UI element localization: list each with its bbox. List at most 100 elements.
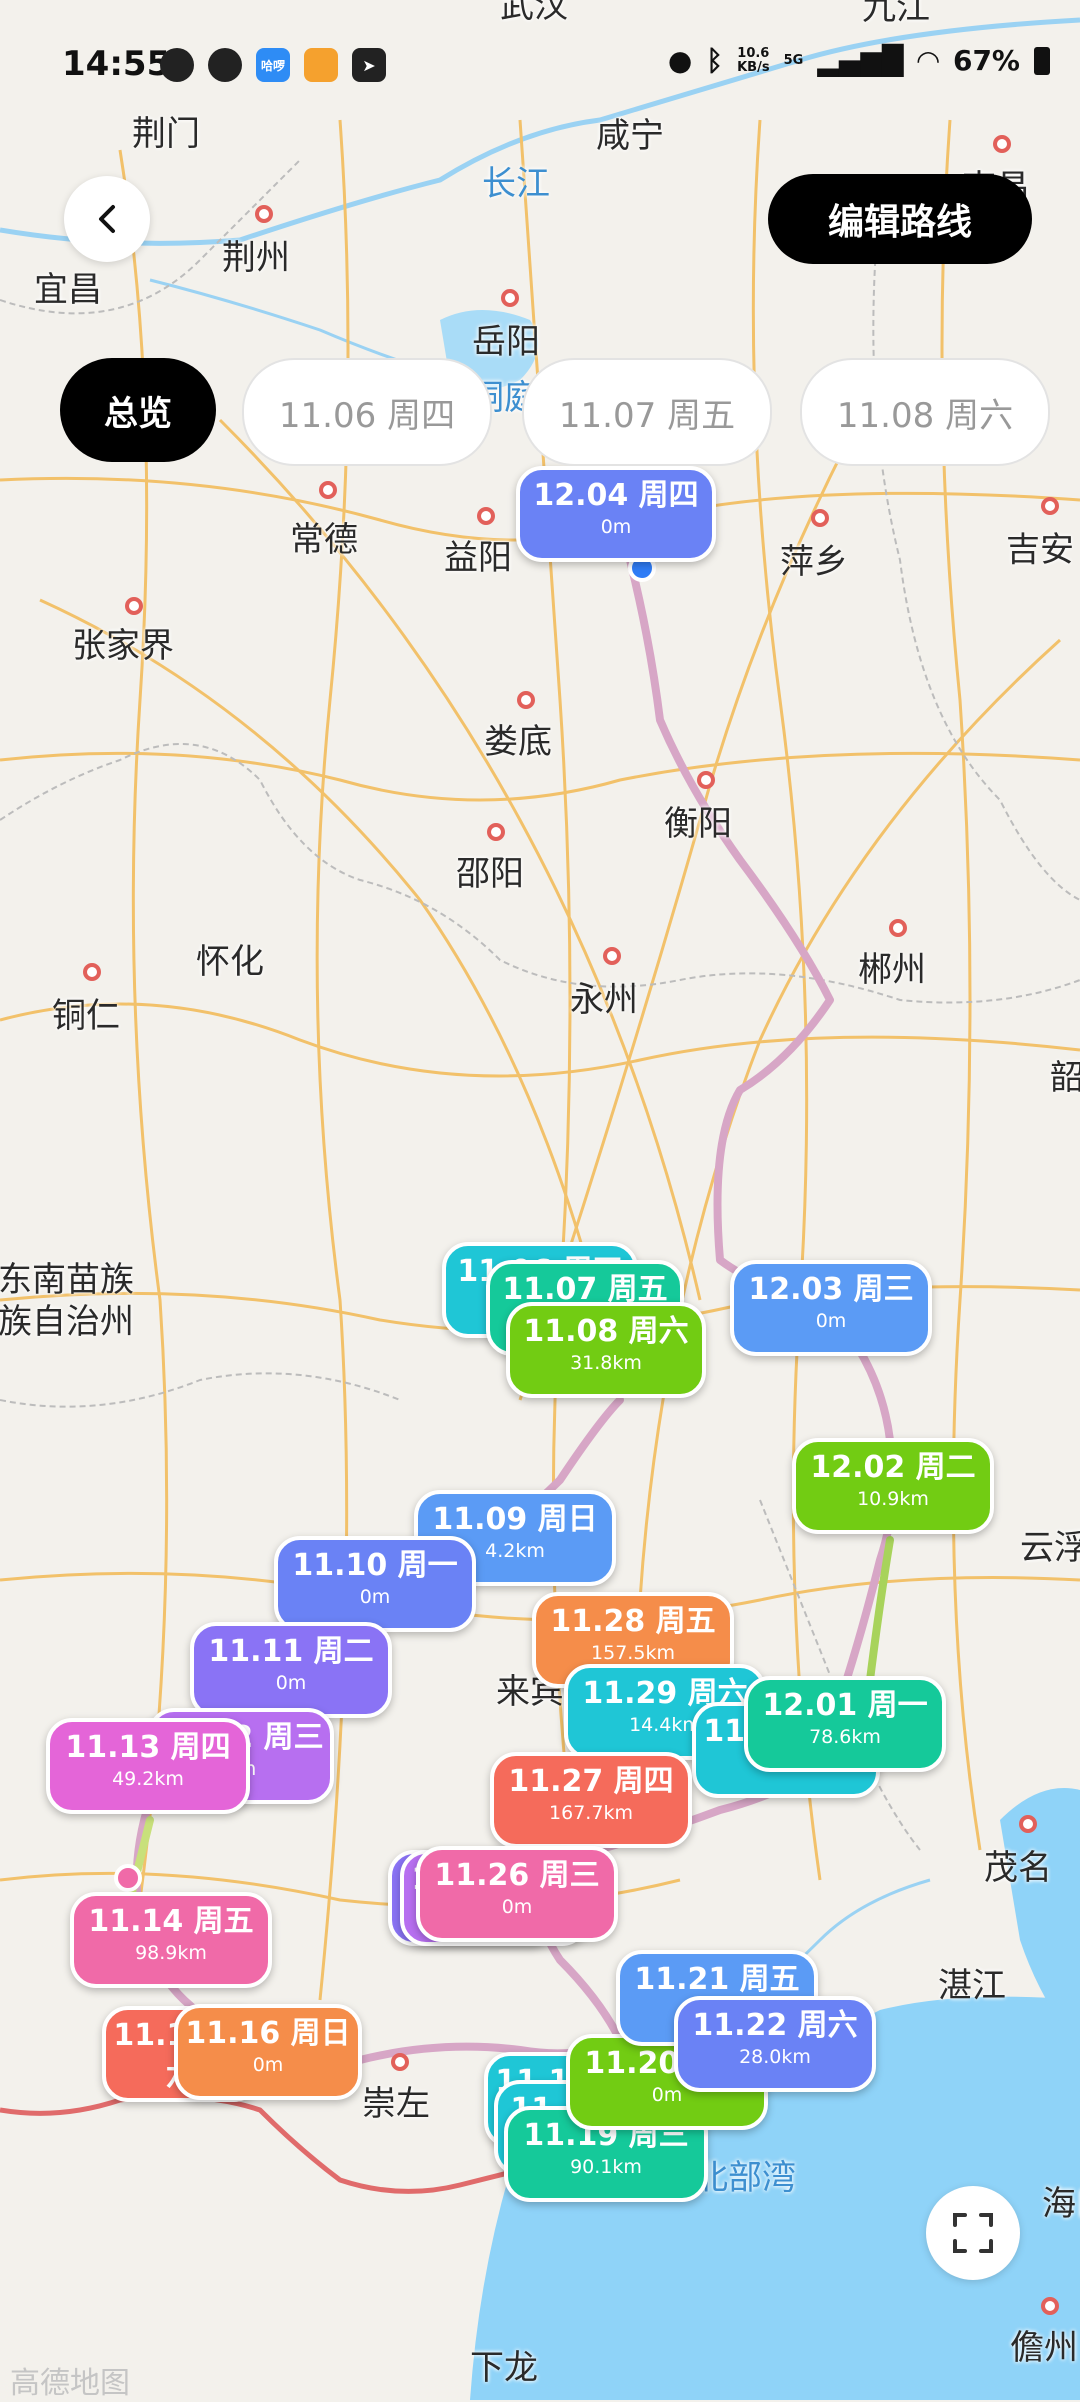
day-pin-date: 11.28 周五 xyxy=(550,1604,716,1639)
map-label: 吉安 xyxy=(1006,530,1074,570)
map-label: 萍乡 xyxy=(780,542,848,582)
notification-icon xyxy=(160,48,194,82)
day-pin[interactable]: 11.08 周六 31.8km xyxy=(506,1302,706,1398)
map-label: 湛江 xyxy=(938,1966,1006,2006)
tab-day[interactable]: 11.06 周四 xyxy=(242,358,492,466)
day-pin[interactable]: 12.02 周二 10.9km xyxy=(792,1438,994,1534)
day-pin-date: 12.04 周四 xyxy=(533,478,699,513)
day-pin[interactable]: 11.27 周四 167.7km xyxy=(490,1752,692,1848)
day-pin-date: 11.27 周四 xyxy=(508,1764,674,1799)
day-pin-distance: 10.9km xyxy=(857,1488,929,1510)
day-pin[interactable]: 12.04 周四 0m xyxy=(516,466,716,562)
edit-route-button[interactable]: 编辑路线 xyxy=(768,174,1032,264)
day-pin-distance: 78.6km xyxy=(809,1726,881,1748)
day-pin[interactable]: 11.13 周四 49.2km xyxy=(46,1718,250,1814)
day-pin-distance: 90.1km xyxy=(570,2156,642,2178)
fullscreen-icon xyxy=(953,2213,993,2253)
bluetooth-icon: ᛒ xyxy=(706,44,724,77)
net-speed-value: 10.6 xyxy=(737,45,770,61)
day-pin-date: 11.16 周日 xyxy=(185,2016,351,2051)
map-label: 云浮 xyxy=(1020,1528,1080,1568)
day-pin[interactable]: 11.26 周三 0m xyxy=(416,1846,618,1942)
map-label: 儋州 xyxy=(1010,2328,1078,2368)
day-pin-distance: 28.0km xyxy=(739,2046,811,2068)
map-label: 永州 xyxy=(570,980,638,1020)
day-pin-date: 11.14 周五 xyxy=(88,1904,254,1939)
day-pin-date: 11.08 周六 xyxy=(523,1314,689,1349)
wifi-icon: ◠ xyxy=(917,44,939,77)
day-pin[interactable]: 12.01 周一 78.6km xyxy=(744,1676,946,1772)
app-icon-orange xyxy=(304,48,338,82)
day-pin[interactable]: 11.11 周二 0m xyxy=(190,1622,392,1718)
day-pin[interactable]: 11.14 周五 98.9km xyxy=(70,1892,272,1988)
status-time: 14:55 xyxy=(62,44,171,84)
map-label: 韶关 xyxy=(1050,1058,1080,1098)
map-label: 怀化 xyxy=(196,942,264,982)
day-pin-distance: 0m xyxy=(600,516,632,538)
map-label: 侗族自治州 xyxy=(0,1302,134,1342)
day-pin-distance: 167.7km xyxy=(549,1802,633,1824)
wechat-icon xyxy=(208,48,242,82)
app-icon-text: 哈啰 xyxy=(260,58,285,73)
day-pin-date: 11.13 周四 xyxy=(65,1730,231,1765)
day-pin[interactable]: 11.16 周日 0m xyxy=(174,2004,362,2100)
day-pin-distance: 157.5km xyxy=(591,1642,675,1664)
battery-text: 67% xyxy=(952,44,1020,77)
battery-icon xyxy=(1034,46,1050,75)
day-pin-date: 11.26 周三 xyxy=(434,1858,600,1893)
day-pin-distance: 0m xyxy=(359,1586,391,1608)
route-end-dot xyxy=(114,1864,142,1892)
map-watermark: 高德地图 xyxy=(10,2366,130,2401)
signal-icon: ▂▄▆█ xyxy=(817,44,904,77)
tab-day[interactable]: 11.07 周五 xyxy=(522,358,772,466)
map-label: 北部湾 xyxy=(694,2158,796,2198)
net-speed-unit: KB/s xyxy=(737,59,770,75)
chevron-left-icon xyxy=(99,205,115,233)
day-pin-distance: 0m xyxy=(501,1896,533,1918)
map-label: 茂名 xyxy=(984,1848,1052,1888)
map-label: 娄底 xyxy=(484,722,552,762)
back-button[interactable] xyxy=(64,176,150,262)
map-label: 宜昌 xyxy=(34,270,102,310)
map-label: 海口 xyxy=(1042,2184,1080,2224)
day-pin-date: 11.09 周日 xyxy=(432,1502,598,1537)
map-label: 崇左 xyxy=(362,2084,430,2124)
map-label: 下龙 xyxy=(470,2348,538,2388)
day-pin-date: 11.10 周一 xyxy=(292,1548,458,1583)
day-pin[interactable]: 11.22 周六 28.0km xyxy=(674,1996,876,2092)
day-pin-distance: 49.2km xyxy=(112,1768,184,1790)
day-tabs: 总览 11.06 周四 11.07 周五 11.08 周六 xyxy=(60,358,1080,466)
net-speed: 10.6 KB/s xyxy=(737,45,770,75)
day-pin-distance: 0m xyxy=(252,2054,284,2076)
day-pin-distance: 0m xyxy=(275,1672,307,1694)
status-bar: 14:55 哈啰 ➤ ● ᛒ 10.6 KB/s 5G ▂▄▆█ ◠ 67% xyxy=(0,0,1080,130)
day-pin[interactable]: 12.03 周三 0m xyxy=(730,1260,932,1356)
map-label: 益阳 xyxy=(444,538,512,578)
map-label: 铜仁 xyxy=(52,996,120,1036)
network-type: 5G xyxy=(783,52,804,68)
day-pin-date: 12.03 周三 xyxy=(748,1272,914,1307)
location-icon: ● xyxy=(667,44,693,77)
day-pin-distance: 0m xyxy=(815,1310,847,1332)
tab-day[interactable]: 11.08 周六 xyxy=(800,358,1050,466)
map-label: 衡阳 xyxy=(664,804,732,844)
app-icon-blue: 哈啰 xyxy=(256,48,290,82)
day-pin-distance: 98.9km xyxy=(135,1942,207,1964)
map-label: 长江 xyxy=(482,164,550,204)
tab-overview[interactable]: 总览 xyxy=(60,358,216,462)
day-pin-date: 12.01 周一 xyxy=(762,1688,928,1723)
map-label: 邵阳 xyxy=(456,854,524,894)
map-label: 郴州 xyxy=(858,950,926,990)
day-pin-date: 11.22 周六 xyxy=(692,2008,858,2043)
map-label: 张家界 xyxy=(72,626,174,666)
notification-icons: 哈啰 ➤ xyxy=(160,48,386,82)
day-pin-distance: 31.8km xyxy=(570,1352,642,1374)
day-pin[interactable]: 11.10 周一 0m xyxy=(274,1536,476,1632)
status-right: ● ᛒ 10.6 KB/s 5G ▂▄▆█ ◠ 67% xyxy=(668,44,1050,77)
fullscreen-button[interactable] xyxy=(926,2186,1020,2280)
map-label: 常德 xyxy=(290,520,358,560)
day-pin-date: 11.21 周五 xyxy=(634,1962,800,1997)
day-pin-date: 11.11 周二 xyxy=(208,1634,374,1669)
map-label: 荆州 xyxy=(222,238,290,278)
map-label: 岳阳 xyxy=(472,322,540,362)
